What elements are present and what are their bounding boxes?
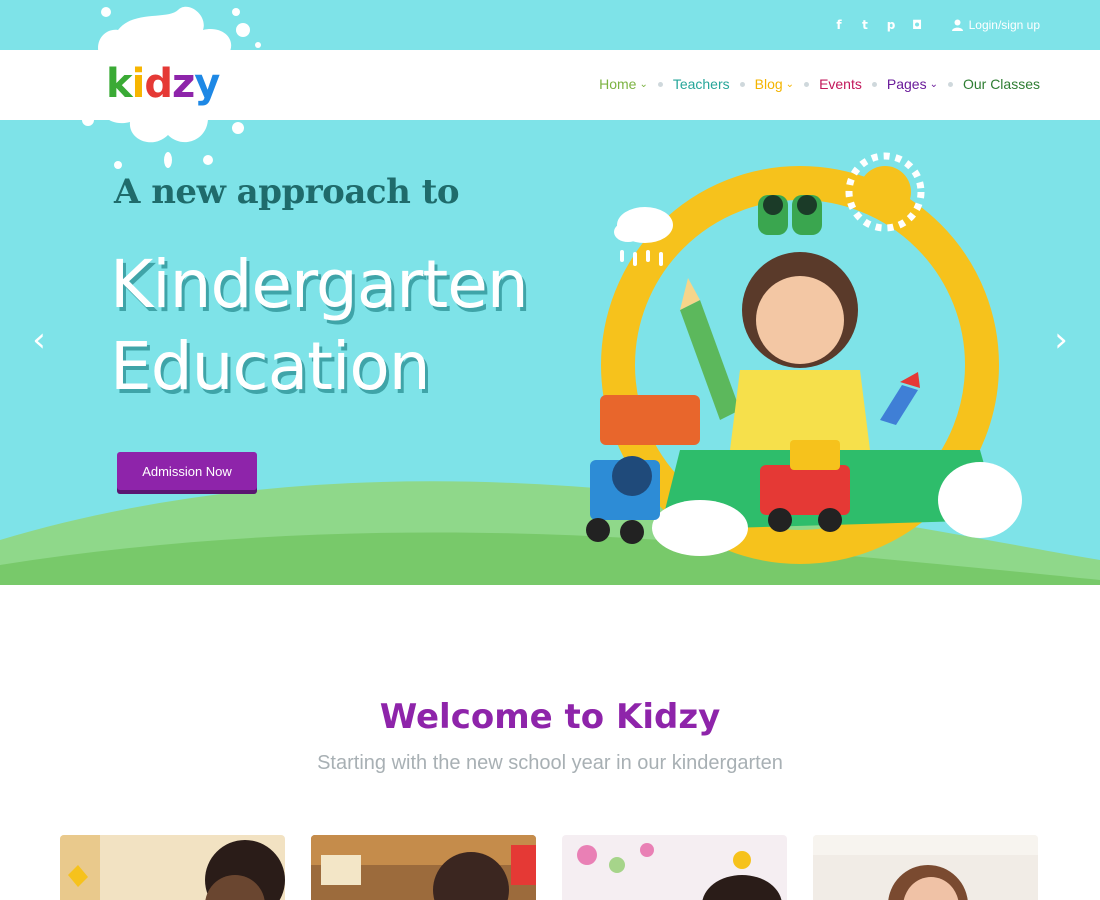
- class-card-image[interactable]: [60, 835, 285, 900]
- nav-item-our-classes[interactable]: Our Classes: [963, 76, 1040, 92]
- welcome-subtitle: Starting with the new school year in our…: [317, 752, 783, 774]
- nav-separator: [871, 81, 877, 87]
- logo-letter-k: k: [106, 61, 133, 107]
- nav-item-blog[interactable]: Blog ⌄: [755, 76, 794, 92]
- child-photo: [60, 835, 285, 900]
- chevron-left-icon[interactable]: ‹: [24, 320, 54, 360]
- nav-label: Blog: [754, 76, 783, 92]
- nav-label: Events: [819, 76, 862, 92]
- nav-label: Pages: [886, 76, 927, 92]
- nav-item-teachers[interactable]: Teachers: [673, 76, 730, 92]
- welcome-title: Welcome to Kidzy: [379, 697, 721, 737]
- class-card-image[interactable]: [311, 835, 536, 900]
- nav-separator: [657, 81, 663, 87]
- nav-label: Our Classes: [962, 76, 1040, 92]
- nav-label: Home: [599, 76, 637, 92]
- rocket-decoration: [880, 372, 920, 425]
- sun-icon: [845, 152, 925, 232]
- logo-letter-z: z: [171, 61, 195, 107]
- social-links: f t p ◘: [832, 18, 924, 32]
- facebook-icon[interactable]: f: [832, 18, 846, 32]
- chevron-right-icon[interactable]: ›: [1046, 320, 1076, 360]
- hero-title-line-2: Education: [110, 328, 431, 405]
- nav-item-pages[interactable]: Pages ⌄: [887, 76, 938, 92]
- chevron-down-icon: ⌄: [639, 78, 648, 90]
- nav-separator: [804, 81, 810, 87]
- logo-letter-y: y: [194, 61, 220, 107]
- hero-title: Kindergarten Education: [110, 244, 529, 408]
- instagram-icon[interactable]: ◘: [910, 18, 924, 32]
- child-photo: [311, 835, 536, 900]
- nav-item-home[interactable]: Home ⌄: [599, 76, 648, 92]
- user-icon: [951, 19, 963, 31]
- brand-logo[interactable]: kidzy: [106, 60, 220, 108]
- class-card-image[interactable]: [562, 835, 787, 900]
- nav-item-events[interactable]: Events: [819, 76, 862, 92]
- nav-separator: [739, 81, 745, 87]
- nav-separator: [947, 81, 953, 87]
- classes-cards: [60, 835, 1040, 900]
- class-card-image[interactable]: [813, 835, 1038, 900]
- chevron-down-icon: ⌄: [929, 78, 938, 90]
- main-nav: Home ⌄ Teachers Blog ⌄ Events Pages ⌄ Ou…: [599, 76, 1040, 92]
- chevron-down-icon: ⌄: [785, 78, 795, 90]
- login-link[interactable]: Login/sign up: [951, 18, 1040, 32]
- hero-slider: A new approach to Kindergarten Education…: [0, 120, 1100, 585]
- pinterest-icon[interactable]: p: [884, 18, 898, 32]
- twitter-icon[interactable]: t: [858, 18, 872, 32]
- nav-label: Teachers: [672, 76, 730, 92]
- hero-title-line-1: Kindergarten: [110, 246, 529, 323]
- logo-letter-i: i: [131, 61, 146, 107]
- admission-now-button[interactable]: Admission Now: [117, 452, 257, 490]
- child-photo: [813, 835, 1038, 900]
- login-label: Login/sign up: [968, 18, 1040, 32]
- child-photo: [562, 835, 787, 900]
- logo-letter-d: d: [144, 61, 173, 107]
